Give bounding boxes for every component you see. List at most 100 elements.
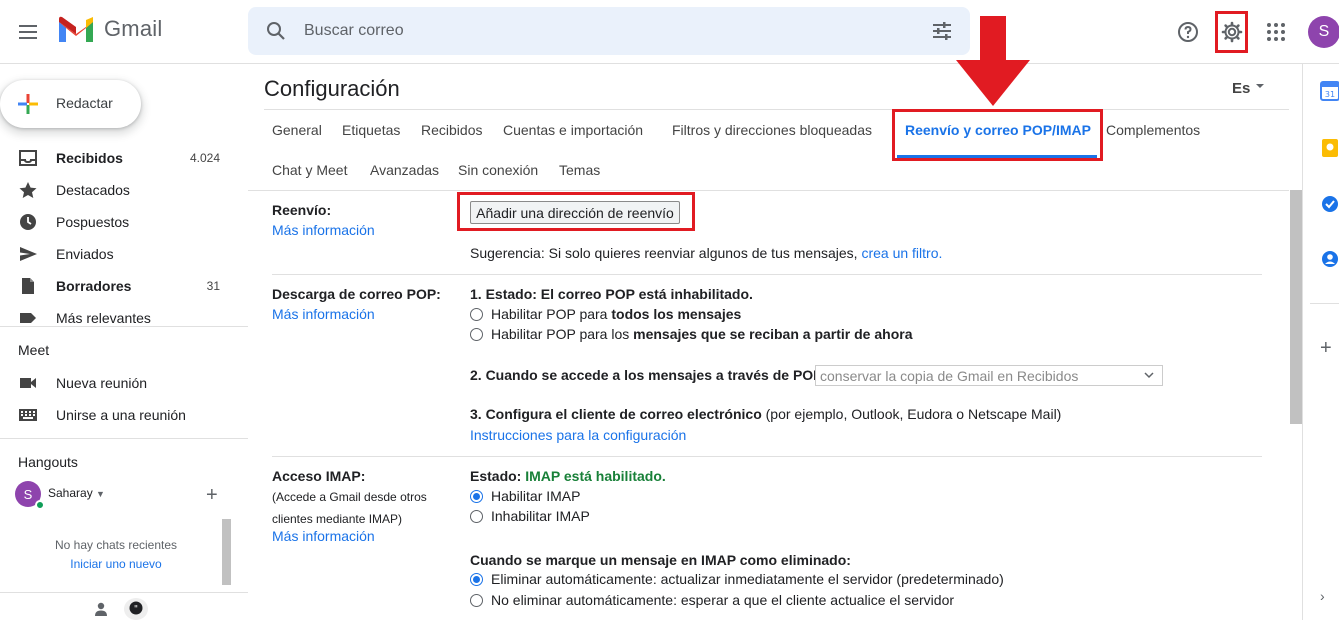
sidebar-item-label: Unirse a una reunión bbox=[56, 407, 186, 423]
pop-enable-all-option[interactable]: Habilitar POP para todos los mensajes bbox=[470, 306, 741, 322]
tab-chat-meet[interactable]: Chat y Meet bbox=[272, 162, 347, 178]
radio-button-selected[interactable] bbox=[470, 572, 483, 586]
apps-grid-icon[interactable] bbox=[1260, 16, 1292, 48]
contacts-icon[interactable] bbox=[1320, 249, 1339, 269]
contacts-person-icon[interactable] bbox=[89, 598, 113, 620]
active-tab-highlight-box bbox=[892, 109, 1103, 161]
keep-icon[interactable] bbox=[1320, 138, 1339, 158]
online-status-dot bbox=[35, 500, 45, 510]
option-text: Eliminar automáticamente: actualizar inm… bbox=[491, 571, 1004, 587]
sidebar-item-sent[interactable]: Enviados bbox=[0, 238, 236, 270]
imap-status: Estado: IMAP está habilitado. bbox=[470, 468, 666, 484]
sidebar-divider bbox=[0, 438, 248, 439]
tab-themes[interactable]: Temas bbox=[559, 162, 600, 178]
imap-auto-delete-option[interactable]: Eliminar automáticamente: actualizar inm… bbox=[470, 571, 1004, 587]
tab-advanced[interactable]: Avanzadas bbox=[370, 162, 439, 178]
video-icon bbox=[20, 378, 36, 388]
pop-access-select[interactable]: conservar la copia de Gmail en Recibidos bbox=[815, 365, 1163, 386]
main-menu-button[interactable] bbox=[12, 16, 44, 48]
radio-button[interactable] bbox=[470, 307, 483, 321]
sidebar-item-inbox[interactable]: Recibidos 4.024 bbox=[0, 142, 236, 174]
caret-down-icon[interactable] bbox=[1256, 84, 1264, 88]
radio-button[interactable] bbox=[470, 327, 483, 341]
pop-status: 1. Estado: El correo POP está inhabilita… bbox=[470, 286, 753, 302]
tasks-icon[interactable] bbox=[1320, 194, 1339, 214]
app-name: Gmail bbox=[104, 16, 163, 41]
title-divider bbox=[264, 109, 1289, 110]
sidebar-item-label: Borradores bbox=[56, 278, 132, 294]
imap-status-label: Estado: bbox=[470, 468, 526, 484]
imap-sublabel: (Accede a Gmail desde otros clientes med… bbox=[272, 490, 427, 526]
svg-text:": " bbox=[134, 605, 138, 615]
sidebar-item-starred[interactable]: Destacados bbox=[0, 174, 236, 206]
radio-button-selected[interactable] bbox=[470, 489, 483, 503]
tab-filters[interactable]: Filtros y direcciones bloqueadas bbox=[672, 122, 872, 138]
option-text-bold: todos los mensajes bbox=[611, 306, 742, 322]
sidebar-item-label: Pospuestos bbox=[56, 214, 130, 230]
account-avatar[interactable]: S bbox=[1308, 16, 1339, 48]
imap-disable-option[interactable]: Inhabilitar IMAP bbox=[470, 508, 590, 524]
imap-enable-option[interactable]: Habilitar IMAP bbox=[470, 488, 580, 504]
imap-deleted-title: Cuando se marque un mensaje en IMAP como… bbox=[470, 552, 851, 568]
sidebar-item-important[interactable]: Más relevantes bbox=[0, 302, 236, 334]
select-value: conservar la copia de Gmail en Recibidos bbox=[820, 368, 1079, 384]
radio-button[interactable] bbox=[470, 593, 483, 607]
sidebar-item-label: Más relevantes bbox=[56, 310, 151, 326]
pop-access-label: 2. Cuando se accede a los mensajes a tra… bbox=[470, 367, 823, 383]
sidebar-item-label: Nueva reunión bbox=[56, 375, 148, 391]
tab-addons[interactable]: Complementos bbox=[1106, 122, 1200, 138]
option-text: Inhabilitar IMAP bbox=[491, 508, 590, 524]
tab-labels[interactable]: Etiquetas bbox=[342, 122, 400, 138]
search-options-icon[interactable] bbox=[930, 19, 954, 43]
get-addons-plus-icon[interactable]: + bbox=[1320, 338, 1339, 358]
tab-offline[interactable]: Sin conexión bbox=[458, 162, 538, 178]
sidebar-divider bbox=[0, 592, 248, 593]
sidebar-item-snoozed[interactable]: Pospuestos bbox=[0, 206, 236, 238]
setup-instructions-link[interactable]: Instrucciones para la configuración bbox=[470, 427, 686, 443]
sidebar-item-join-meeting[interactable]: Unirse a una reunión bbox=[0, 399, 236, 431]
tab-accounts[interactable]: Cuentas e importación bbox=[503, 122, 643, 138]
imap-more-info-link[interactable]: Más información bbox=[272, 528, 375, 544]
sidebar-item-label: Destacados bbox=[56, 182, 130, 198]
create-filter-link[interactable]: crea un filtro. bbox=[861, 245, 942, 261]
side-panel-border bbox=[1302, 64, 1303, 620]
pop-label: Descarga de correo POP: bbox=[272, 286, 441, 302]
hangouts-quote-icon[interactable]: " bbox=[124, 598, 148, 620]
pop-enable-new-option[interactable]: Habilitar POP para los mensajes que se r… bbox=[470, 326, 912, 342]
compose-button[interactable]: Redactar bbox=[0, 80, 141, 128]
new-chat-plus-icon[interactable]: + bbox=[206, 484, 218, 507]
tab-inbox[interactable]: Recibidos bbox=[421, 122, 482, 138]
help-icon[interactable] bbox=[1172, 16, 1204, 48]
search-bar[interactable] bbox=[248, 7, 970, 55]
input-language-selector[interactable]: Es bbox=[1232, 80, 1250, 97]
search-icon[interactable] bbox=[264, 19, 288, 43]
option-text: Habilitar POP para los bbox=[491, 326, 634, 342]
clock-icon bbox=[20, 214, 36, 230]
pop-client-examples: (por ejemplo, Outlook, Eudora o Netscape… bbox=[761, 406, 1062, 422]
chevron-down-icon: ▼ bbox=[96, 489, 105, 499]
calendar-icon[interactable]: 31 bbox=[1320, 81, 1339, 101]
hangouts-scrollbar[interactable] bbox=[222, 519, 231, 585]
main-scrollbar[interactable] bbox=[1290, 190, 1302, 424]
chevron-right-icon[interactable]: › bbox=[1320, 588, 1339, 608]
hangouts-user-menu[interactable]: Saharay ▼ bbox=[48, 486, 105, 500]
draft-icon bbox=[22, 278, 34, 294]
pop-client-row: 3. Configura el cliente de correo electr… bbox=[470, 406, 1061, 422]
sidebar-item-label: Recibidos bbox=[56, 150, 123, 166]
forwarding-tip: Sugerencia: Si solo quieres reenviar alg… bbox=[470, 245, 942, 261]
meet-section-title: Meet bbox=[18, 342, 50, 358]
sidebar-item-new-meeting[interactable]: Nueva reunión bbox=[0, 367, 236, 399]
sidebar-item-drafts[interactable]: Borradores 31 bbox=[0, 270, 236, 302]
imap-no-auto-delete-option[interactable]: No eliminar automáticamente: esperar a q… bbox=[470, 592, 954, 608]
tab-general[interactable]: General bbox=[272, 122, 322, 138]
forward-button-highlight-box bbox=[457, 192, 695, 231]
search-input[interactable] bbox=[304, 17, 904, 45]
start-new-chat-link[interactable]: Iniciar uno nuevo bbox=[14, 557, 218, 571]
imap-label: Acceso IMAP: bbox=[272, 468, 366, 484]
forwarding-label: Reenvío: bbox=[272, 202, 332, 218]
forwarding-more-info-link[interactable]: Más información bbox=[272, 222, 375, 238]
pop-more-info-link[interactable]: Más información bbox=[272, 306, 375, 322]
gmail-logo[interactable]: Gmail bbox=[56, 14, 162, 44]
svg-text:31: 31 bbox=[1325, 90, 1335, 99]
radio-button[interactable] bbox=[470, 509, 483, 523]
